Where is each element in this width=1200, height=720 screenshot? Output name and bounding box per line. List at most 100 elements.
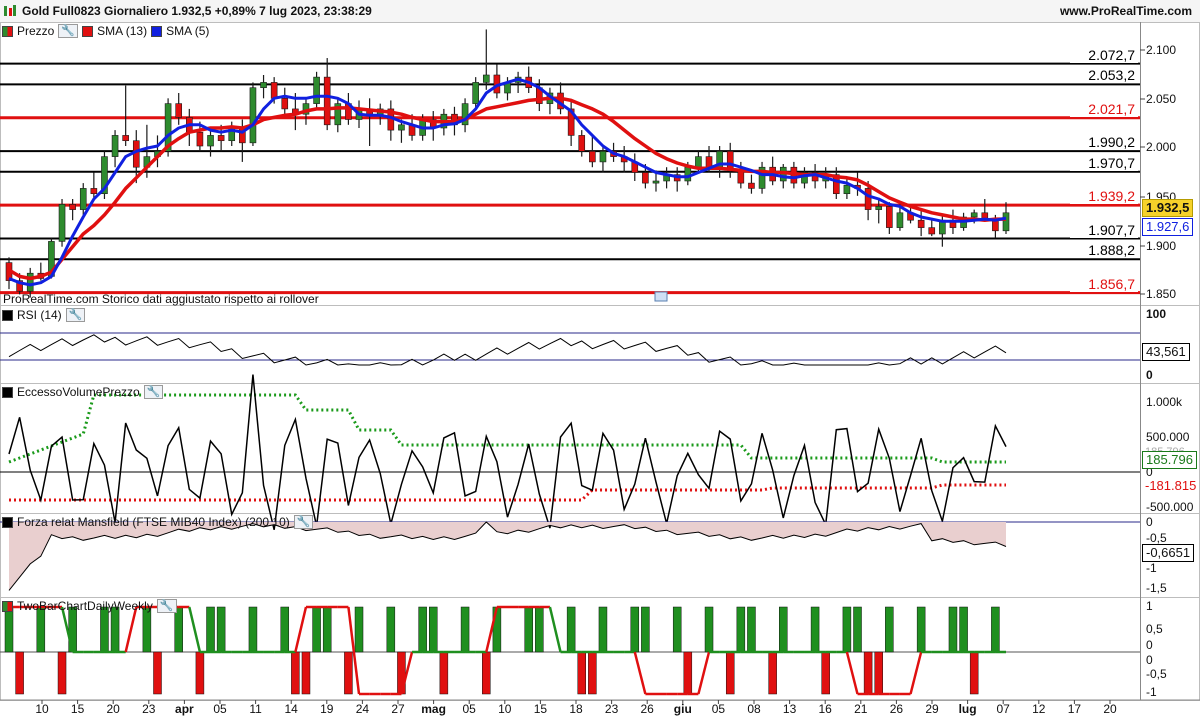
level-label: 2.053,2 <box>1070 67 1138 84</box>
twobar-bar <box>482 651 491 695</box>
twobar-tick: -1 <box>1146 685 1157 699</box>
twobar-bar <box>418 606 427 653</box>
candle-body <box>281 98 289 110</box>
x-tick-label: 17 <box>1067 702 1082 716</box>
candle-body <box>896 212 904 228</box>
wrench-icon[interactable]: 🔧 <box>293 515 314 529</box>
candle-body <box>270 82 278 99</box>
x-tick-label: 23 <box>142 702 156 716</box>
x-tick-label: 10 <box>35 702 49 716</box>
x-tick-label: 16 <box>818 702 832 716</box>
x-tick-label: 19 <box>320 702 334 716</box>
twobar-bar <box>948 606 958 653</box>
x-tick-label: 11 <box>249 702 262 716</box>
x-tick-label: 08 <box>747 702 761 716</box>
mansfield-tick: -1 <box>1146 561 1157 575</box>
candle-body <box>472 82 479 104</box>
rsi-swatch-icon <box>2 309 13 321</box>
x-tick-label: 20 <box>106 702 120 716</box>
twobar-bar <box>280 606 290 653</box>
x-tick-label: 24 <box>355 702 370 716</box>
twobar-tick: 0,5 <box>1146 622 1163 636</box>
level-label: 1.939,2 <box>1070 188 1138 205</box>
candle-body <box>875 206 883 210</box>
panel-frame <box>0 305 1200 384</box>
x-tick-label: 26 <box>640 702 654 716</box>
legend-label-sma13: SMA (13) <box>97 24 148 38</box>
x-tick-label: 21 <box>854 702 868 716</box>
twobar-bar <box>291 651 300 695</box>
twobar-bar <box>195 651 205 695</box>
twobar-bar <box>535 606 544 653</box>
twobar-weekly-line <box>697 651 711 695</box>
twobar-bar <box>566 606 576 653</box>
twobar-tick: 0 <box>1146 638 1153 652</box>
rsi-title: RSI (14) <box>17 308 62 322</box>
wrench-icon[interactable]: 🔧 <box>58 24 79 38</box>
candle-body <box>695 156 702 168</box>
x-tick-label: 23 <box>604 702 619 716</box>
volume-lower-label: -181.815 <box>1142 478 1200 494</box>
mansfield-area <box>9 522 1006 591</box>
mansfield-value-label: -0,6651 <box>1142 544 1195 562</box>
candle-body <box>748 182 755 189</box>
twobar-bar <box>344 651 353 695</box>
candle-body <box>398 124 405 131</box>
candle-body <box>482 74 490 83</box>
twobar-bar <box>863 651 873 695</box>
legend-item-price[interactable]: Prezzo 🔧 <box>2 24 79 38</box>
twobar-bar <box>577 651 586 695</box>
wrench-icon[interactable]: 🔧 <box>156 599 177 613</box>
level-label: 2.072,7 <box>1070 46 1138 63</box>
volume-swatch-icon <box>2 386 13 398</box>
x-tick-label: 05 <box>213 702 227 716</box>
overlay-icon <box>654 291 668 302</box>
level-label: 1.970,7 <box>1070 154 1138 171</box>
candle-body <box>26 272 34 292</box>
candle-body <box>970 212 978 218</box>
candle-body <box>1002 212 1010 232</box>
legend-item-sma13[interactable]: SMA (13) <box>82 24 147 38</box>
y-tick: 2.050 <box>1146 92 1177 106</box>
twobar-weekly-line <box>845 651 859 695</box>
rsi-legend: RSI (14) 🔧 <box>2 306 86 324</box>
panel-frame <box>0 22 1200 306</box>
twobar-bar <box>821 651 830 695</box>
twobar-bar <box>747 606 756 653</box>
y-tick: 1.900 <box>1146 239 1177 253</box>
twobar-bar <box>439 651 449 695</box>
candle-body <box>652 180 660 184</box>
rsi-value-label: 43,561 <box>1142 343 1190 361</box>
twobar-weekly-line <box>909 651 923 695</box>
mansfield-title: Forza relat Mansfield (FTSE MIB40 Index)… <box>17 515 290 529</box>
chart-canvas[interactable] <box>0 0 1200 720</box>
volume-upper-label: 185.796 <box>1142 451 1197 469</box>
twobar-weekly-line <box>633 651 647 695</box>
wrench-icon[interactable]: 🔧 <box>65 308 86 322</box>
candle-body <box>578 135 586 152</box>
x-tick-label: 18 <box>569 702 583 716</box>
twobar-bar <box>248 606 258 653</box>
x-tick-label: 27 <box>391 702 405 716</box>
twobar-bar <box>312 606 321 653</box>
twobar-bar <box>991 606 1000 653</box>
x-tick-label: 05 <box>462 702 476 716</box>
candle-body <box>589 151 596 163</box>
twobar-bar <box>885 606 894 653</box>
candle-body <box>207 135 214 147</box>
sma13-swatch-icon <box>82 25 94 37</box>
mansfield-swatch-icon <box>2 516 13 528</box>
twobar-bar <box>842 606 852 653</box>
candle-body <box>705 156 713 168</box>
x-tick-label: giu <box>673 702 692 716</box>
candle-body <box>122 135 129 142</box>
legend-item-sma5[interactable]: SMA (5) <box>151 24 209 38</box>
twobar-bar <box>153 651 162 695</box>
candle-body <box>917 219 925 228</box>
wrench-icon[interactable]: 🔧 <box>143 385 164 399</box>
candle-body <box>217 135 225 142</box>
x-tick-label: mag <box>421 702 446 716</box>
twobar-bar <box>216 606 226 653</box>
level-label: 1.856,7 <box>1070 275 1138 292</box>
twobar-tick: 0 <box>1146 653 1153 667</box>
